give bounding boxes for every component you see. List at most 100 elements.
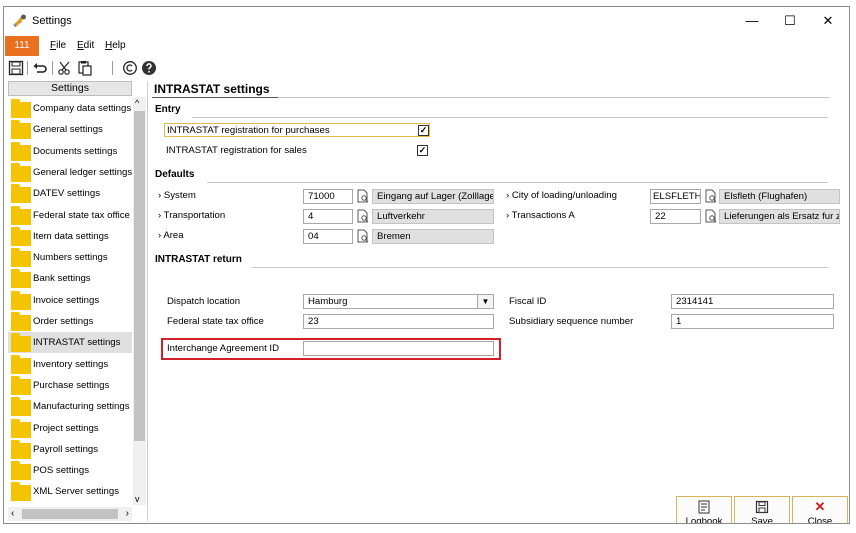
sidebar-item[interactable]: Documents settings [8, 141, 132, 162]
sidebar-vertical-scrollbar[interactable]: ^ v [133, 97, 146, 505]
section-title-defaults: Defaults [155, 169, 195, 180]
folder-icon [11, 141, 31, 161]
help-icon[interactable] [141, 60, 157, 76]
copyright-icon[interactable] [122, 60, 138, 76]
folder-icon [11, 162, 31, 182]
menu-file[interactable]: File [50, 40, 66, 51]
sidebar-item[interactable]: Item data settings [8, 226, 132, 247]
sidebar-item-label: Payroll settings [33, 443, 99, 455]
sidebar-item-label: XML Server settings [33, 486, 120, 498]
sidebar-item-label: DATEV settings [33, 188, 101, 200]
title-underline [152, 97, 278, 98]
transportation-label: › Transportation [158, 210, 226, 221]
sidebar-item[interactable]: Payroll settings [8, 439, 132, 460]
menu-bar: 111 File Edit Help [4, 36, 849, 56]
lookup-icon[interactable] [704, 209, 718, 223]
undo-icon[interactable] [32, 60, 48, 76]
sidebar-item-label: Documents settings [33, 145, 118, 157]
folder-icon [11, 482, 31, 502]
maximize-button[interactable]: ☐ [772, 11, 808, 31]
sidebar-item[interactable]: POS settings [8, 460, 132, 481]
lookup-icon[interactable] [356, 189, 370, 203]
sidebar-item[interactable]: DATEV settings [8, 183, 132, 204]
dispatch-location-label: Dispatch location [167, 296, 241, 307]
city-loading-label: › City of loading/unloading [506, 190, 617, 201]
logbook-icon [698, 500, 710, 514]
sidebar-item[interactable]: Project settings [8, 418, 132, 439]
lookup-icon[interactable] [356, 229, 370, 243]
sidebar-item-label: General settings [33, 124, 103, 136]
folder-icon [11, 333, 31, 353]
sidebar-item-label: POS settings [33, 465, 89, 477]
sales-registration-row[interactable]: INTRASTAT registration for sales ✓ [164, 144, 430, 158]
sidebar-item[interactable]: General ledger settings [8, 162, 132, 183]
subsidiary-sequence-input[interactable]: 1 [671, 314, 834, 329]
sidebar-item-label: Company data settings [33, 103, 132, 114]
close-button[interactable]: ✕ Close [792, 496, 848, 523]
sidebar-item[interactable]: Federal state tax office [8, 205, 132, 226]
sidebar-item[interactable]: General settings [8, 119, 132, 140]
system-label: › System [158, 190, 196, 201]
company-badge[interactable]: 111 [5, 36, 39, 56]
system-code-input[interactable]: 71000 [303, 189, 353, 204]
sidebar-item-label: Purchase settings [33, 379, 110, 391]
chevron-down-icon[interactable]: ▼ [477, 295, 493, 308]
save-label: Save [751, 516, 773, 524]
logbook-button[interactable]: Logbook [676, 496, 732, 523]
sales-registration-checkbox[interactable]: ✓ [417, 145, 428, 156]
lookup-icon[interactable] [356, 209, 370, 223]
sidebar-item[interactable]: Invoice settings [8, 290, 132, 311]
title-bar: Settings — ☐ ✕ [4, 7, 849, 35]
sidebar-item[interactable]: Order settings [8, 311, 132, 332]
purchases-registration-checkbox[interactable]: ✓ [418, 125, 429, 136]
menu-edit[interactable]: Edit [77, 40, 94, 51]
folder-icon [11, 205, 31, 225]
folder-icon [11, 439, 31, 459]
sidebar-item[interactable]: Manufacturing settings [8, 396, 132, 417]
subsidiary-sequence-label: Subsidiary sequence number [509, 316, 634, 327]
sidebar-item[interactable]: XML Server settings [8, 481, 132, 502]
section-title-intrastat-return: INTRASTAT return [155, 254, 242, 265]
sidebar-item-label: Numbers settings [33, 252, 108, 264]
scrollbar-thumb[interactable] [22, 509, 118, 519]
folder-icon [11, 248, 31, 268]
scroll-left-arrow-icon[interactable]: ‹ [11, 508, 14, 519]
sidebar-item[interactable]: Bank settings [8, 268, 132, 289]
lookup-icon[interactable] [704, 189, 718, 203]
save-disk-icon[interactable] [8, 60, 24, 76]
city-loading-code-input[interactable]: ELSFLETHF [650, 189, 701, 204]
dispatch-location-select[interactable]: Hamburg ▼ [303, 294, 494, 309]
transactions-label: › Transactions A [506, 210, 575, 221]
area-code-input[interactable]: 04 [303, 229, 353, 244]
interchange-agreement-input[interactable] [303, 341, 494, 356]
transportation-code-input[interactable]: 4 [303, 209, 353, 224]
city-loading-description: Elsfleth (Flughafen) [719, 189, 840, 204]
scissors-icon[interactable] [57, 60, 73, 76]
scroll-right-arrow-icon[interactable]: › [126, 508, 129, 519]
sidebar-item[interactable]: Purchase settings [8, 375, 132, 396]
purchases-registration-row[interactable]: INTRASTAT registration for purchases ✓ [164, 123, 430, 137]
scroll-up-arrow-icon[interactable]: ^ [135, 98, 139, 108]
close-window-button[interactable]: ✕ [810, 11, 846, 31]
toolbar-separator [27, 61, 28, 75]
section-divider [207, 182, 828, 183]
transactions-code-input[interactable]: 22 [650, 209, 701, 224]
folder-icon [11, 99, 31, 118]
fiscal-id-input[interactable]: 2314141 [671, 294, 834, 309]
federal-tax-office-label: Federal state tax office [167, 316, 264, 327]
federal-tax-office-input[interactable]: 23 [303, 314, 494, 329]
minimize-button[interactable]: — [734, 11, 770, 31]
interchange-agreement-label: Interchange Agreement ID [167, 343, 279, 354]
sidebar-item[interactable]: Company data settings [8, 98, 132, 119]
scrollbar-thumb[interactable] [134, 111, 145, 441]
section-divider [252, 267, 828, 268]
scroll-down-arrow-icon[interactable]: v [135, 494, 140, 504]
menu-help[interactable]: Help [105, 40, 126, 51]
paste-icon[interactable] [77, 60, 93, 76]
sidebar-horizontal-scrollbar[interactable]: ‹ › [8, 507, 132, 521]
sidebar-item[interactable]: INTRASTAT settings [8, 332, 132, 354]
sidebar-item[interactable]: Numbers settings [8, 247, 132, 268]
sidebar-item-label: Project settings [33, 422, 99, 434]
sidebar-item[interactable]: Inventory settings [8, 354, 132, 375]
save-button[interactable]: Save [734, 496, 790, 524]
